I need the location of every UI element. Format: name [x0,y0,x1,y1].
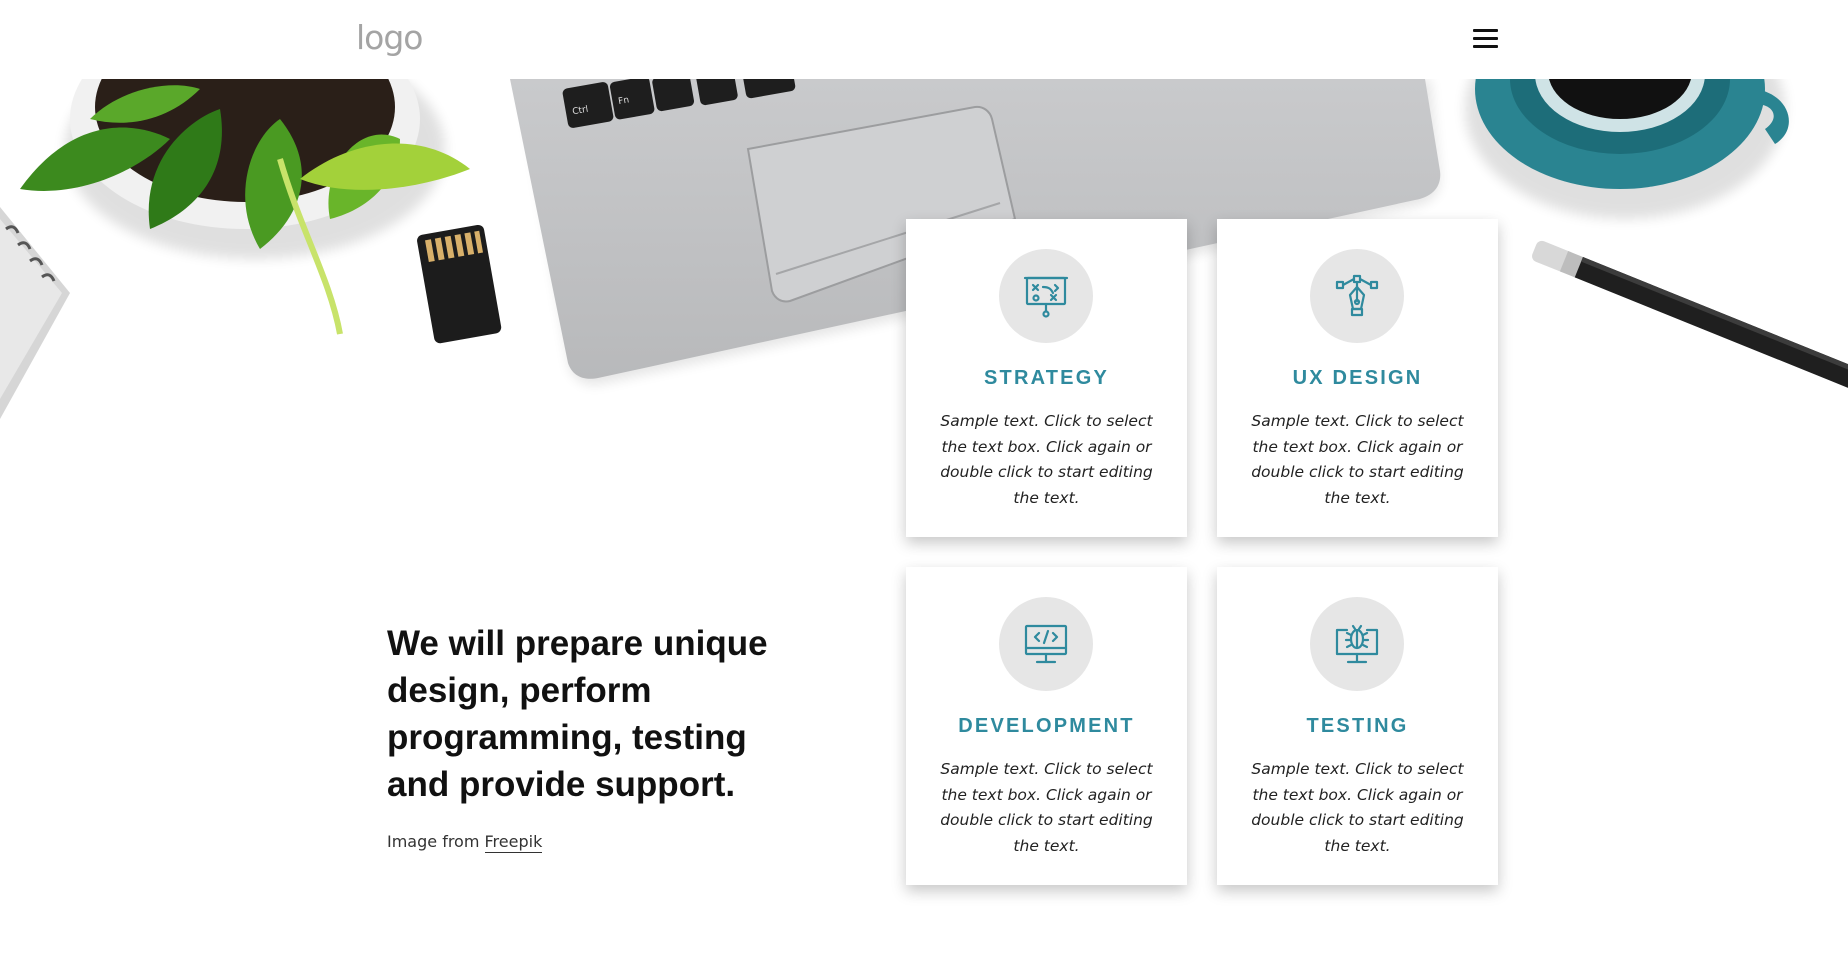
bug-monitor-icon [1310,597,1404,691]
card-title: DEVELOPMENT [958,715,1135,737]
notebook-illustration [0,207,70,419]
menu-bar [1473,29,1498,32]
card-development: DEVELOPMENT Sample text. Click to select… [906,567,1187,885]
hamburger-menu-icon[interactable] [1470,26,1500,52]
credit-prefix: Image from [387,832,485,851]
site-header: logo [0,0,1848,79]
card-testing: TESTING Sample text. Click to select the… [1217,567,1498,885]
sd-card-illustration [417,224,502,344]
card-strategy: STRATEGY Sample text. Click to select th… [906,219,1187,537]
svg-text:Fn: Fn [618,95,630,107]
plant-illustration [20,79,470,335]
pen-tool-icon [1310,249,1404,343]
card-title: UX DESIGN [1292,367,1423,389]
card-text[interactable]: Sample text. Click to select the text bo… [1245,757,1470,859]
code-monitor-icon [999,597,1093,691]
coffee-cup-illustration [1465,79,1789,219]
image-credit: Image from Freepik [387,832,543,853]
card-text[interactable]: Sample text. Click to select the text bo… [934,757,1159,859]
card-ux-design: UX DESIGN Sample text. Click to select t… [1217,219,1498,537]
card-text[interactable]: Sample text. Click to select the text bo… [1245,409,1470,511]
card-title: TESTING [1306,715,1409,737]
hero-headline: We will prepare unique design, perform p… [387,624,768,804]
menu-bar [1473,45,1498,48]
card-text[interactable]: Sample text. Click to select the text bo… [934,409,1159,511]
menu-bar [1473,37,1498,40]
pencil-illustration [1532,240,1848,390]
strategy-board-icon [999,249,1093,343]
card-title: STRATEGY [983,367,1109,389]
logo[interactable]: logo [356,18,423,57]
freepik-link[interactable]: Freepik [484,832,543,853]
